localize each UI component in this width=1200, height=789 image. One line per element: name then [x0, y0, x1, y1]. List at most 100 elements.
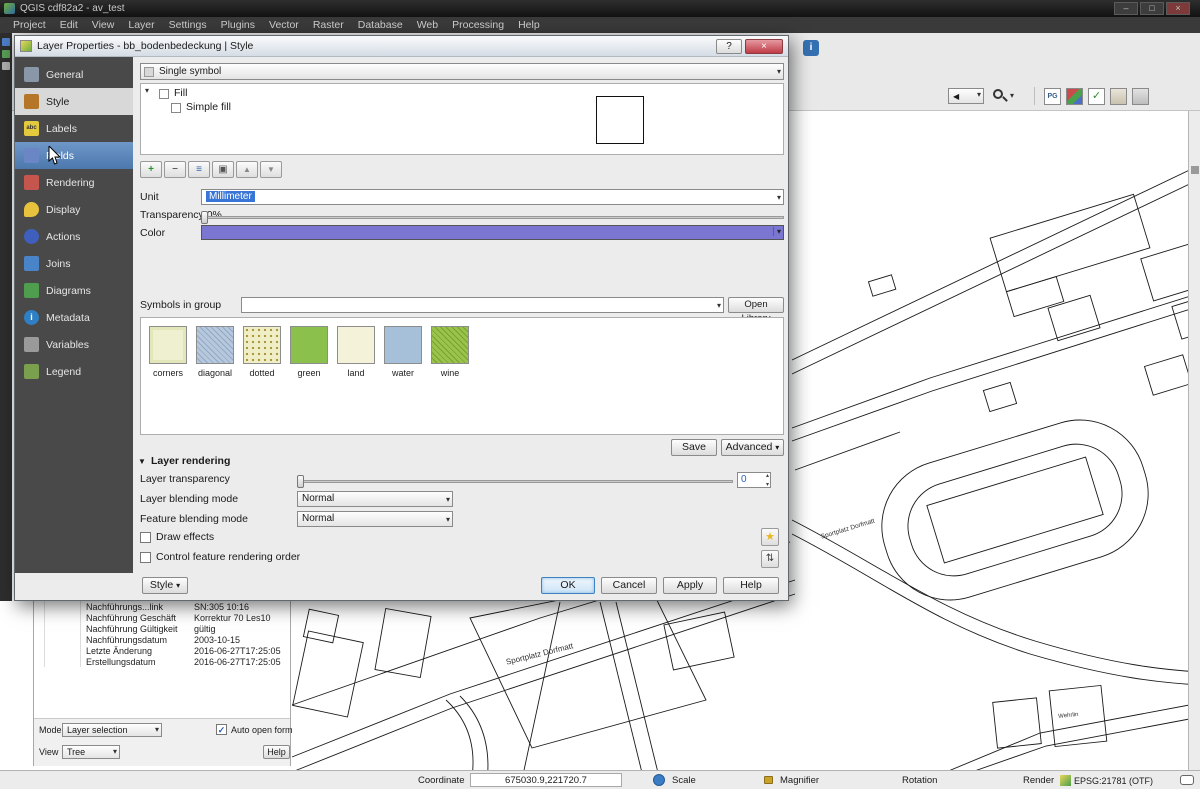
dialog-titlebar[interactable]: Layer Properties - bb_bodenbedeckung | S… [15, 36, 788, 57]
sidebar-item-display[interactable]: Display [15, 196, 133, 223]
nav-history-combo[interactable]: ◀ ▾ [948, 88, 984, 104]
identify-tree[interactable]: Nachführungs...link SN:305 10:16 Nachfüh… [34, 599, 290, 719]
draw-effects-checkbox[interactable] [140, 532, 151, 543]
layer-blending-dropdown[interactable]: Normal ▾ [297, 491, 453, 507]
add-symbol-layer-button[interactable]: + [140, 161, 162, 178]
dock-icon-1[interactable] [2, 38, 10, 46]
sidebar-item-variables[interactable]: Variables [15, 331, 133, 358]
style-menu-button[interactable]: Style ▾ [142, 577, 188, 594]
move-down-button[interactable]: ▼ [260, 161, 282, 178]
symbols-group-dropdown[interactable]: ▾ [241, 297, 724, 313]
symbol-tree-panel[interactable]: ▾ Fill Simple fill [140, 83, 784, 155]
zoom-tool-button[interactable]: ▾ [992, 88, 1018, 104]
renderer-dropdown[interactable]: Single symbol ▾ [140, 63, 784, 80]
move-up-button[interactable]: ▲ [236, 161, 258, 178]
lock-scale-icon[interactable] [764, 776, 773, 784]
postgis-icon[interactable]: PG [1044, 88, 1061, 105]
duplicate-symbol-layer-button[interactable]: ▣ [212, 161, 234, 178]
panel-handle-icon[interactable] [1191, 166, 1199, 174]
messages-bubble-icon[interactable] [1180, 775, 1194, 785]
sidebar-item-labels[interactable]: abc Labels [15, 115, 133, 142]
view-dropdown[interactable]: Tree ▾ [62, 745, 120, 759]
sidebar-item-joins[interactable]: Joins [15, 250, 133, 277]
menu-vector[interactable]: Vector [262, 17, 306, 33]
tree-expander-icon[interactable]: ▾ [145, 86, 149, 95]
layer-transparency-spinbox[interactable]: 0 ▴ ▾ [737, 472, 771, 488]
control-order-checkbox[interactable] [140, 552, 151, 563]
auto-open-form-checkbox[interactable]: ✓ [216, 724, 227, 735]
menu-web[interactable]: Web [410, 17, 445, 33]
color-button[interactable]: ▾ [201, 225, 784, 240]
extents-icon[interactable] [653, 774, 665, 786]
paste-icon[interactable] [1110, 88, 1127, 105]
unit-dropdown[interactable]: Millimeter ▾ [201, 189, 784, 205]
lock-symbol-layer-button[interactable]: ≡ [188, 161, 210, 178]
ok-button[interactable]: OK [541, 577, 595, 594]
panel-help-button[interactable]: Help [263, 745, 290, 759]
dialog-help-button[interactable]: ? [716, 39, 742, 54]
mode-label: Mode [39, 725, 62, 735]
menu-settings[interactable]: Settings [162, 17, 214, 33]
sidebar-item-general[interactable]: General [15, 61, 133, 88]
tree-guide [44, 601, 45, 667]
general-icon [24, 67, 39, 82]
draw-effects-label: Draw effects [156, 531, 214, 543]
open-library-button[interactable]: Open Library [728, 297, 784, 313]
copy-icon[interactable] [1132, 88, 1149, 105]
sidebar-item-legend[interactable]: Legend [15, 358, 133, 385]
view-label: View [39, 747, 58, 757]
menu-view[interactable]: View [85, 17, 122, 33]
mode-dropdown[interactable]: Layer selection ▾ [62, 723, 162, 737]
crs-text: EPSG:21781 (OTF) [1074, 776, 1153, 786]
crs-status-button[interactable]: EPSG:21781 (OTF) [1060, 773, 1153, 788]
toggle-editing-icon[interactable]: ✓ [1088, 88, 1105, 105]
layer-rendering-header[interactable]: Layer rendering [151, 455, 230, 467]
identify-tool-icon[interactable]: i [803, 40, 819, 56]
tree-item-simple-fill[interactable]: Simple fill [186, 101, 231, 113]
cancel-button[interactable]: Cancel [601, 577, 657, 594]
transparency-slider-handle[interactable] [201, 211, 208, 224]
sidebar-item-label: Labels [46, 123, 77, 135]
spin-down-icon[interactable]: ▾ [766, 481, 769, 488]
feature-blending-dropdown[interactable]: Normal ▾ [297, 511, 453, 527]
maximize-button[interactable]: □ [1140, 2, 1164, 15]
dialog-close-button[interactable]: × [745, 39, 783, 54]
advanced-button[interactable]: Advanced ▾ [721, 439, 784, 456]
transparency-slider[interactable] [201, 216, 784, 219]
dock-icon-3[interactable] [2, 62, 10, 70]
dock-icon-2[interactable] [2, 50, 10, 58]
dialog-help-bottom-button[interactable]: Help [723, 577, 779, 594]
sidebar-item-fields[interactable]: Fields [15, 142, 133, 169]
auto-open-form-label: Auto open form [231, 725, 293, 735]
menu-plugins[interactable]: Plugins [214, 17, 262, 33]
sidebar-item-style[interactable]: Style [15, 88, 133, 115]
magnifier-handle [1002, 96, 1008, 102]
close-button[interactable]: × [1166, 2, 1190, 15]
minimize-button[interactable]: – [1114, 2, 1138, 15]
menu-project[interactable]: Project [6, 17, 53, 33]
coordinate-field[interactable]: 675030.9,221720.7 [470, 773, 622, 787]
rendering-order-button[interactable]: ⇅ [761, 550, 779, 568]
sidebar-item-actions[interactable]: Actions [15, 223, 133, 250]
feature-blending-label: Feature blending mode [140, 513, 248, 525]
menu-database[interactable]: Database [351, 17, 410, 33]
layer-transparency-slider-handle[interactable] [297, 475, 304, 488]
vector-layer-icon[interactable] [1066, 88, 1083, 105]
sidebar-item-metadata[interactable]: i Metadata [15, 304, 133, 331]
spin-up-icon[interactable]: ▴ [766, 472, 769, 479]
tree-item-fill[interactable]: Fill [174, 87, 187, 99]
menu-edit[interactable]: Edit [53, 17, 85, 33]
layer-transparency-slider[interactable] [297, 480, 733, 483]
remove-symbol-layer-button[interactable]: − [164, 161, 186, 178]
section-collapse-icon[interactable]: ▼ [138, 457, 146, 466]
menu-processing[interactable]: Processing [445, 17, 511, 33]
effects-star-button[interactable]: ★ [761, 528, 779, 546]
menu-layer[interactable]: Layer [121, 17, 161, 33]
sidebar-item-diagrams[interactable]: Diagrams [15, 277, 133, 304]
sidebar-item-rendering[interactable]: Rendering [15, 169, 133, 196]
menu-help[interactable]: Help [511, 17, 547, 33]
save-symbol-button[interactable]: Save [671, 439, 717, 456]
menu-raster[interactable]: Raster [306, 17, 351, 33]
legend-icon [24, 364, 39, 379]
apply-button[interactable]: Apply [663, 577, 717, 594]
